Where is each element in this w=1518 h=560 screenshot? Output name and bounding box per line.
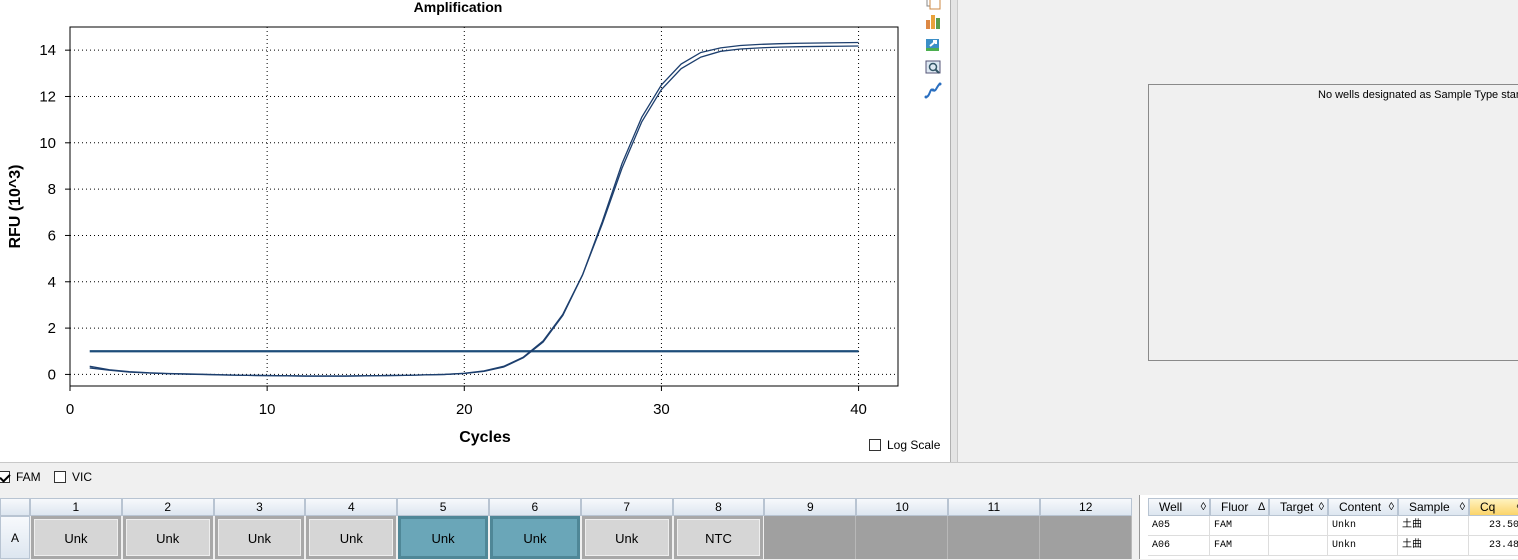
y-tick-label: 0 bbox=[48, 366, 56, 383]
export-icon[interactable] bbox=[924, 35, 942, 53]
results-cell-well[interactable]: A06 bbox=[1148, 536, 1210, 556]
results-table: Well◊Fluor∆Target◊Content◊Sample◊Cq◊A05F… bbox=[1139, 495, 1518, 559]
column-header-6[interactable]: 6 bbox=[489, 498, 581, 516]
fluor-option-fam[interactable]: FAM bbox=[0, 470, 41, 484]
y-tick-label: 2 bbox=[48, 320, 56, 337]
y-tick-label: 10 bbox=[39, 135, 56, 152]
chart-toolbar bbox=[924, 0, 948, 110]
column-header-11[interactable]: 11 bbox=[948, 498, 1040, 516]
column-header-7[interactable]: 7 bbox=[580, 498, 673, 516]
results-header-label: Cq bbox=[1480, 500, 1496, 514]
curve-icon[interactable] bbox=[924, 82, 942, 100]
standard-curve-box: No wells designated as Sample Type stand… bbox=[1148, 84, 1518, 361]
well-a5[interactable]: Unk bbox=[398, 516, 488, 559]
x-tick-label: 30 bbox=[653, 401, 670, 418]
sort-icon[interactable]: ◊ bbox=[1389, 499, 1394, 515]
results-header-label: Content bbox=[1339, 500, 1382, 514]
standard-curve-panel: No wells designated as Sample Type stand… bbox=[958, 0, 1518, 462]
fluor-selector-bar: FAM VIC bbox=[0, 462, 1518, 492]
y-axis-label: RFU (10^3) bbox=[7, 164, 24, 248]
vic-label: VIC bbox=[72, 470, 93, 484]
chart-title: Amplification bbox=[414, 0, 503, 15]
panel-splitter[interactable] bbox=[950, 0, 958, 462]
y-tick-label: 14 bbox=[39, 42, 56, 59]
y-tick-label: 12 bbox=[39, 88, 56, 105]
results-header-cq[interactable]: Cq◊ bbox=[1469, 498, 1518, 516]
results-cell-cq[interactable]: 23.48 bbox=[1469, 536, 1518, 556]
well-a4[interactable]: Unk bbox=[306, 516, 397, 559]
results-cell-sample[interactable]: 土曲 bbox=[1398, 536, 1469, 556]
qpcr-analysis-window: 0 10 20 30 40 0 2 4 6 8 10 12 14 Amplification Cycles R… bbox=[0, 0, 1518, 559]
plot-area bbox=[69, 26, 899, 387]
fam-checkbox[interactable] bbox=[0, 471, 10, 483]
sort-icon[interactable]: ◊ bbox=[1460, 499, 1465, 515]
well-a3[interactable]: Unk bbox=[214, 516, 305, 559]
y-tick-label: 6 bbox=[48, 227, 56, 244]
results-header-sample[interactable]: Sample ◊ bbox=[1398, 498, 1469, 516]
well-a1[interactable]: Unk bbox=[31, 516, 121, 559]
plate-corner-header bbox=[0, 498, 30, 516]
column-header-1[interactable]: 1 bbox=[30, 498, 122, 516]
column-header-8[interactable]: 8 bbox=[672, 498, 765, 516]
row-label-a[interactable]: A bbox=[0, 516, 30, 559]
fam-label: FAM bbox=[16, 470, 41, 484]
results-header-label: Target bbox=[1280, 500, 1314, 514]
well-a10[interactable] bbox=[856, 516, 948, 559]
results-header-fluor[interactable]: Fluor ∆ bbox=[1210, 498, 1269, 516]
well-a6[interactable]: Unk bbox=[490, 516, 580, 559]
log-scale-checkbox[interactable] bbox=[869, 439, 881, 451]
results-cell-content[interactable]: Unkn bbox=[1328, 536, 1398, 556]
y-tick-label: 4 bbox=[48, 274, 56, 291]
well-a11[interactable] bbox=[948, 516, 1040, 559]
results-header-label: Fluor bbox=[1221, 500, 1249, 514]
column-header-5[interactable]: 5 bbox=[397, 498, 489, 516]
results-header-content[interactable]: Content ◊ bbox=[1328, 498, 1398, 516]
results-header-label: Well bbox=[1159, 500, 1183, 514]
column-header-12[interactable]: 12 bbox=[1039, 498, 1132, 516]
x-tick-label: 10 bbox=[259, 401, 276, 418]
sort-icon[interactable]: ◊ bbox=[1201, 499, 1206, 515]
sort-icon[interactable]: ∆ bbox=[1258, 499, 1265, 515]
well-a9[interactable] bbox=[764, 516, 857, 559]
chart-bars-icon[interactable] bbox=[924, 12, 942, 30]
results-cell-well[interactable]: A05 bbox=[1148, 516, 1210, 536]
results-header-well[interactable]: Well ◊ bbox=[1148, 498, 1210, 516]
column-header-9[interactable]: 9 bbox=[764, 498, 857, 516]
well-a7[interactable]: Unk bbox=[581, 516, 672, 559]
x-axis-label: Cycles bbox=[459, 429, 511, 446]
vic-checkbox[interactable] bbox=[54, 471, 66, 483]
results-cell-cq[interactable]: 23.50 bbox=[1469, 516, 1518, 536]
log-scale-label: Log Scale bbox=[887, 438, 941, 452]
well-a8[interactable]: NTC bbox=[673, 516, 764, 559]
results-cell-sample[interactable]: 土曲 bbox=[1398, 516, 1469, 536]
standard-curve-message: No wells designated as Sample Type stand… bbox=[1318, 89, 1518, 101]
zoom-icon[interactable] bbox=[924, 58, 942, 76]
x-tick-label: 40 bbox=[850, 401, 867, 418]
amplification-chart: 0 10 20 30 40 0 2 4 6 8 10 12 14 Amplification Cycles R… bbox=[7, 0, 899, 446]
results-cell-fluor[interactable]: FAM bbox=[1210, 536, 1269, 556]
fluor-option-vic[interactable]: VIC bbox=[54, 470, 92, 484]
y-tick-label: 8 bbox=[48, 181, 56, 198]
well-a12[interactable] bbox=[1039, 516, 1132, 559]
x-tick-label: 0 bbox=[66, 401, 74, 418]
amplification-panel: 0 10 20 30 40 0 2 4 6 8 10 12 14 Amplification Cycles R… bbox=[0, 0, 950, 462]
column-header-10[interactable]: 10 bbox=[856, 498, 948, 516]
well-a2[interactable]: Unk bbox=[122, 516, 213, 559]
column-header-3[interactable]: 3 bbox=[213, 498, 306, 516]
column-header-2[interactable]: 2 bbox=[121, 498, 214, 516]
results-header-label: Sample bbox=[1409, 500, 1450, 514]
results-cell-target[interactable] bbox=[1269, 516, 1328, 536]
log-scale-toggle[interactable]: Log Scale bbox=[869, 438, 940, 452]
results-cell-target[interactable] bbox=[1269, 536, 1328, 556]
column-header-4[interactable]: 4 bbox=[305, 498, 398, 516]
sort-icon[interactable]: ◊ bbox=[1319, 499, 1324, 515]
x-tick-label: 20 bbox=[456, 401, 473, 418]
results-cell-content[interactable]: Unkn bbox=[1328, 516, 1398, 536]
results-header-target[interactable]: Target ◊ bbox=[1269, 498, 1328, 516]
results-cell-fluor[interactable]: FAM bbox=[1210, 516, 1269, 536]
copy-icon[interactable] bbox=[924, 0, 942, 10]
plate-grid: A 1 Unk 2 Unk 3 Unk 4 Unk 5 Unk 6 Unk 7 Unk 8 NTC 9 10 11 1… bbox=[0, 495, 1132, 559]
